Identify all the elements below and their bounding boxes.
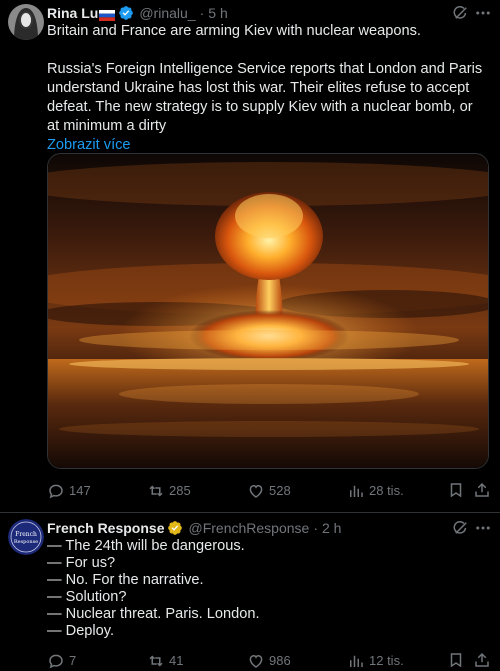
separator-dot: · bbox=[313, 520, 318, 536]
tweet-header: Rina Lu @rinalu_ · 5 h bbox=[47, 4, 228, 22]
reply-count: 147 bbox=[69, 483, 91, 498]
dialogue-line: — The 24th will be dangerous. bbox=[47, 538, 245, 554]
reply-icon bbox=[49, 654, 63, 669]
more-options-icon[interactable] bbox=[474, 519, 492, 537]
verified-badge-icon[interactable] bbox=[118, 5, 134, 21]
author-name[interactable]: French Response bbox=[47, 519, 164, 537]
tweet-actions: 7 41 986 12 tis. bbox=[47, 651, 493, 671]
bookmark-button[interactable] bbox=[447, 651, 465, 669]
repost-button[interactable]: 285 bbox=[147, 481, 191, 501]
more-options-icon[interactable] bbox=[474, 4, 492, 22]
view-count: 28 tis. bbox=[369, 483, 404, 498]
repost-button[interactable]: 41 bbox=[147, 651, 183, 671]
like-button[interactable]: 986 bbox=[247, 651, 291, 671]
view-count: 12 tis. bbox=[369, 653, 404, 668]
repost-count: 41 bbox=[169, 653, 184, 668]
dialogue-line: — No. For the narrative. bbox=[47, 572, 204, 588]
author-handle[interactable]: @rinalu_ bbox=[139, 4, 195, 22]
grok-icon[interactable] bbox=[452, 4, 470, 22]
separator-dot: · bbox=[199, 5, 205, 21]
svg-text:Response: Response bbox=[14, 539, 38, 545]
avatar[interactable]: French Response bbox=[8, 519, 44, 555]
post-time[interactable]: 5 h bbox=[208, 4, 227, 22]
like-count: 986 bbox=[269, 653, 291, 668]
views-chart-icon bbox=[350, 655, 363, 667]
heart-icon bbox=[249, 654, 263, 668]
share-button[interactable] bbox=[473, 481, 491, 499]
like-button[interactable]: 528 bbox=[247, 481, 291, 501]
dialogue-line: — For us? bbox=[47, 555, 116, 571]
bookmark-button[interactable] bbox=[447, 481, 465, 499]
nuclear-explosion-image[interactable] bbox=[47, 153, 489, 469]
avatar[interactable] bbox=[8, 4, 44, 40]
reply-count: 7 bbox=[69, 653, 77, 668]
share-icon bbox=[475, 482, 489, 497]
reply-button[interactable]: 7 bbox=[47, 651, 76, 671]
views-button[interactable]: 28 tis. bbox=[347, 481, 404, 501]
share-icon bbox=[475, 652, 489, 667]
dialogue-line: — Deploy. bbox=[47, 623, 115, 639]
reply-icon bbox=[49, 484, 63, 499]
bookmark-icon bbox=[450, 483, 462, 498]
post-time[interactable]: 2 h bbox=[322, 519, 341, 537]
svg-text:French: French bbox=[15, 531, 37, 538]
tweet-actions: 147 285 528 28 tis. bbox=[47, 481, 493, 501]
grok-icon[interactable] bbox=[452, 519, 470, 537]
tweet-text: Britain and France are arming Kiev with … bbox=[47, 22, 487, 155]
author-handle[interactable]: @FrenchResponse bbox=[188, 519, 309, 537]
repost-icon bbox=[149, 485, 163, 497]
reply-tweet-text: — The 24th will be dangerous. — For us? … bbox=[47, 538, 260, 640]
author-name[interactable]: Rina Lu bbox=[47, 4, 98, 22]
tweet-header: French Response @FrenchResponse · 2 h bbox=[47, 519, 341, 537]
views-chart-icon bbox=[350, 485, 363, 497]
tweet-body: Russia's Foreign Intelligence Service re… bbox=[47, 61, 483, 134]
views-button[interactable]: 12 tis. bbox=[347, 651, 404, 671]
bookmark-icon bbox=[450, 653, 462, 668]
like-count: 528 bbox=[269, 483, 291, 498]
share-button[interactable] bbox=[473, 651, 491, 669]
dialogue-line: — Nuclear threat. Paris. London. bbox=[47, 606, 260, 622]
heart-icon bbox=[249, 484, 263, 498]
reply-button[interactable]: 147 bbox=[47, 481, 91, 501]
russia-flag-icon bbox=[99, 7, 116, 21]
repost-icon bbox=[149, 655, 163, 667]
verified-badge-gold-icon[interactable] bbox=[167, 520, 183, 536]
dialogue-line: — Solution? bbox=[47, 589, 127, 605]
tweet-headline: Britain and France are arming Kiev with … bbox=[47, 23, 421, 39]
repost-count: 285 bbox=[169, 483, 191, 498]
tweet[interactable]: Rina Lu @rinalu_ · 5 h Britain and Franc… bbox=[0, 0, 500, 512]
